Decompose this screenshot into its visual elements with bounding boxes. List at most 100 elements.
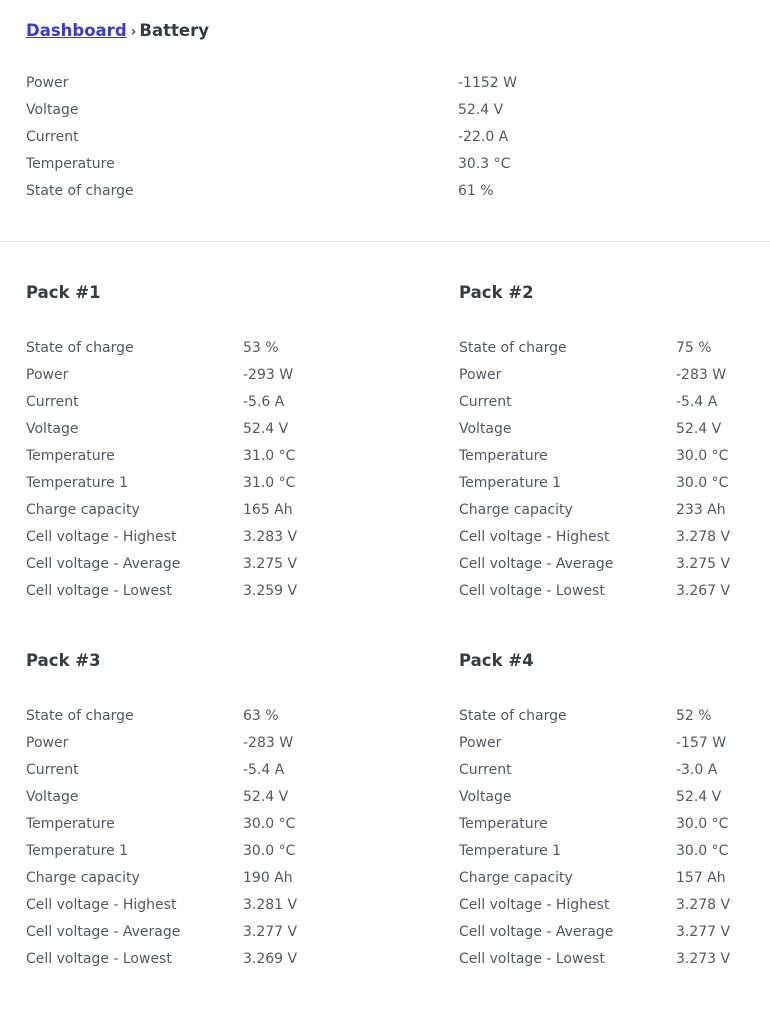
pack-value-temperature-1: 30.0 °C <box>676 843 729 859</box>
summary-label-power: Power <box>26 75 69 91</box>
pack-value-voltage: 52.4 V <box>243 789 289 805</box>
pack-value-temperature-1: 30.0 °C <box>243 843 296 859</box>
pack-value-current: -5.4 A <box>676 394 718 410</box>
pack-title: Pack #3 <box>26 651 101 670</box>
pack-value-current: -5.4 A <box>243 762 285 778</box>
pack-row: Cell voltage - Average 3.275 V <box>26 551 356 578</box>
pack-label-state-of-charge: State of charge <box>26 708 134 724</box>
pack-label-voltage: Voltage <box>26 421 79 437</box>
pack-label-cell-voltage-highest: Cell voltage - Highest <box>459 529 610 545</box>
pack-row: Voltage 52.4 V <box>26 784 356 811</box>
pack-row: Power -283 W <box>459 362 770 389</box>
pack-label-state-of-charge: State of charge <box>26 340 134 356</box>
summary-value-state-of-charge: 61 % <box>458 183 494 199</box>
summary-row: State of charge 61 % <box>26 178 744 205</box>
pack-value-power: -283 W <box>676 367 727 383</box>
pack-row: Temperature 1 30.0 °C <box>459 838 770 865</box>
pack-label-temperature: Temperature <box>459 448 548 464</box>
battery-summary: Power -1152 W Voltage 52.4 V Current -22… <box>26 70 744 205</box>
pack-grid-row: Pack #3 State of charge 63 % Power -283 … <box>0 650 770 1018</box>
pack-label-cell-voltage-lowest: Cell voltage - Lowest <box>26 951 172 967</box>
summary-row: Power -1152 W <box>26 70 744 97</box>
pack-value-temperature-1: 30.0 °C <box>676 475 729 491</box>
pack-row: Temperature 1 30.0 °C <box>459 470 770 497</box>
pack-value-voltage: 52.4 V <box>243 421 289 437</box>
pack-label-power: Power <box>459 735 502 751</box>
pack-label-cell-voltage-average: Cell voltage - Average <box>26 924 181 940</box>
pack-value-charge-capacity: 233 Ah <box>676 502 726 518</box>
section-divider <box>0 241 770 242</box>
pack-label-cell-voltage-lowest: Cell voltage - Lowest <box>459 583 605 599</box>
pack-row: Cell voltage - Average 3.277 V <box>459 919 770 946</box>
pack-label-power: Power <box>26 367 69 383</box>
pack-label-voltage: Voltage <box>459 421 512 437</box>
pack-row: Voltage 52.4 V <box>26 416 356 443</box>
summary-value-current: -22.0 A <box>458 129 509 145</box>
pack-label-cell-voltage-average: Cell voltage - Average <box>26 556 181 572</box>
summary-row: Voltage 52.4 V <box>26 97 744 124</box>
pack-row: Temperature 31.0 °C <box>26 443 356 470</box>
pack-row: Cell voltage - Highest 3.281 V <box>26 892 356 919</box>
pack-row: Power -293 W <box>26 362 356 389</box>
pack-grid-row: Pack #1 State of charge 53 % Power -293 … <box>0 282 770 650</box>
pack-label-current: Current <box>26 394 79 410</box>
pack-label-temperature-1: Temperature 1 <box>26 843 129 859</box>
pack-value-voltage: 52.4 V <box>676 421 722 437</box>
pack-value-power: -293 W <box>243 367 294 383</box>
pack-label-current: Current <box>459 394 512 410</box>
pack-value-state-of-charge: 75 % <box>676 340 712 356</box>
breadcrumb-current-battery: Battery <box>139 21 209 40</box>
battery-page: Dashboard › Battery Power -1152 W Voltage … <box>0 0 770 986</box>
summary-value-power: -1152 W <box>458 75 517 91</box>
pack-row: State of charge 53 % <box>26 335 356 362</box>
pack-value-cell-voltage-highest: 3.283 V <box>243 529 298 545</box>
summary-value-voltage: 52.4 V <box>458 102 504 118</box>
pack-title: Pack #4 <box>459 651 534 670</box>
summary-label-voltage: Voltage <box>26 102 79 118</box>
pack-value-cell-voltage-average: 3.275 V <box>243 556 298 572</box>
pack-row: Cell voltage - Lowest 3.273 V <box>459 946 770 973</box>
pack-label-cell-voltage-highest: Cell voltage - Highest <box>459 897 610 913</box>
pack-row: Voltage 52.4 V <box>459 784 770 811</box>
pack-label-state-of-charge: State of charge <box>459 340 567 356</box>
pack-value-state-of-charge: 52 % <box>676 708 712 724</box>
pack-row: Charge capacity 190 Ah <box>26 865 356 892</box>
pack-label-temperature: Temperature <box>26 448 115 464</box>
pack-label-cell-voltage-lowest: Cell voltage - Lowest <box>459 951 605 967</box>
pack-label-charge-capacity: Charge capacity <box>459 870 573 886</box>
pack-row: Cell voltage - Lowest 3.259 V <box>26 578 356 605</box>
pack-value-temperature: 30.0 °C <box>243 816 296 832</box>
breadcrumb: Dashboard › Battery <box>26 20 209 43</box>
pack-row: Current -5.6 A <box>26 389 356 416</box>
pack-value-cell-voltage-average: 3.277 V <box>243 924 298 940</box>
summary-label-state-of-charge: State of charge <box>26 183 134 199</box>
pack-value-state-of-charge: 63 % <box>243 708 279 724</box>
pack-card-4: Pack #4 State of charge 52 % Power -157 … <box>459 650 770 973</box>
pack-value-cell-voltage-average: 3.277 V <box>676 924 731 940</box>
pack-card-2: Pack #2 State of charge 75 % Power -283 … <box>459 282 770 605</box>
pack-row: Cell voltage - Highest 3.278 V <box>459 524 770 551</box>
pack-row: Current -3.0 A <box>459 757 770 784</box>
breadcrumb-link-dashboard[interactable]: Dashboard <box>26 21 127 40</box>
pack-row: Cell voltage - Highest 3.278 V <box>459 892 770 919</box>
pack-label-power: Power <box>459 367 502 383</box>
pack-row: Temperature 30.0 °C <box>26 811 356 838</box>
pack-label-cell-voltage-highest: Cell voltage - Highest <box>26 529 177 545</box>
pack-value-cell-voltage-average: 3.275 V <box>676 556 731 572</box>
pack-row: Current -5.4 A <box>459 389 770 416</box>
pack-value-voltage: 52.4 V <box>676 789 722 805</box>
pack-label-charge-capacity: Charge capacity <box>26 870 140 886</box>
pack-row: Temperature 30.0 °C <box>459 811 770 838</box>
pack-value-cell-voltage-lowest: 3.269 V <box>243 951 298 967</box>
pack-label-charge-capacity: Charge capacity <box>26 502 140 518</box>
pack-row: Charge capacity 165 Ah <box>26 497 356 524</box>
pack-row: Power -283 W <box>26 730 356 757</box>
pack-row: State of charge 63 % <box>26 703 356 730</box>
pack-grid: Pack #1 State of charge 53 % Power -293 … <box>0 282 770 1018</box>
pack-value-current: -5.6 A <box>243 394 285 410</box>
pack-value-cell-voltage-highest: 3.278 V <box>676 529 731 545</box>
pack-card-1: Pack #1 State of charge 53 % Power -293 … <box>26 282 356 605</box>
pack-value-cell-voltage-lowest: 3.267 V <box>676 583 731 599</box>
pack-label-charge-capacity: Charge capacity <box>459 502 573 518</box>
pack-value-power: -157 W <box>676 735 727 751</box>
